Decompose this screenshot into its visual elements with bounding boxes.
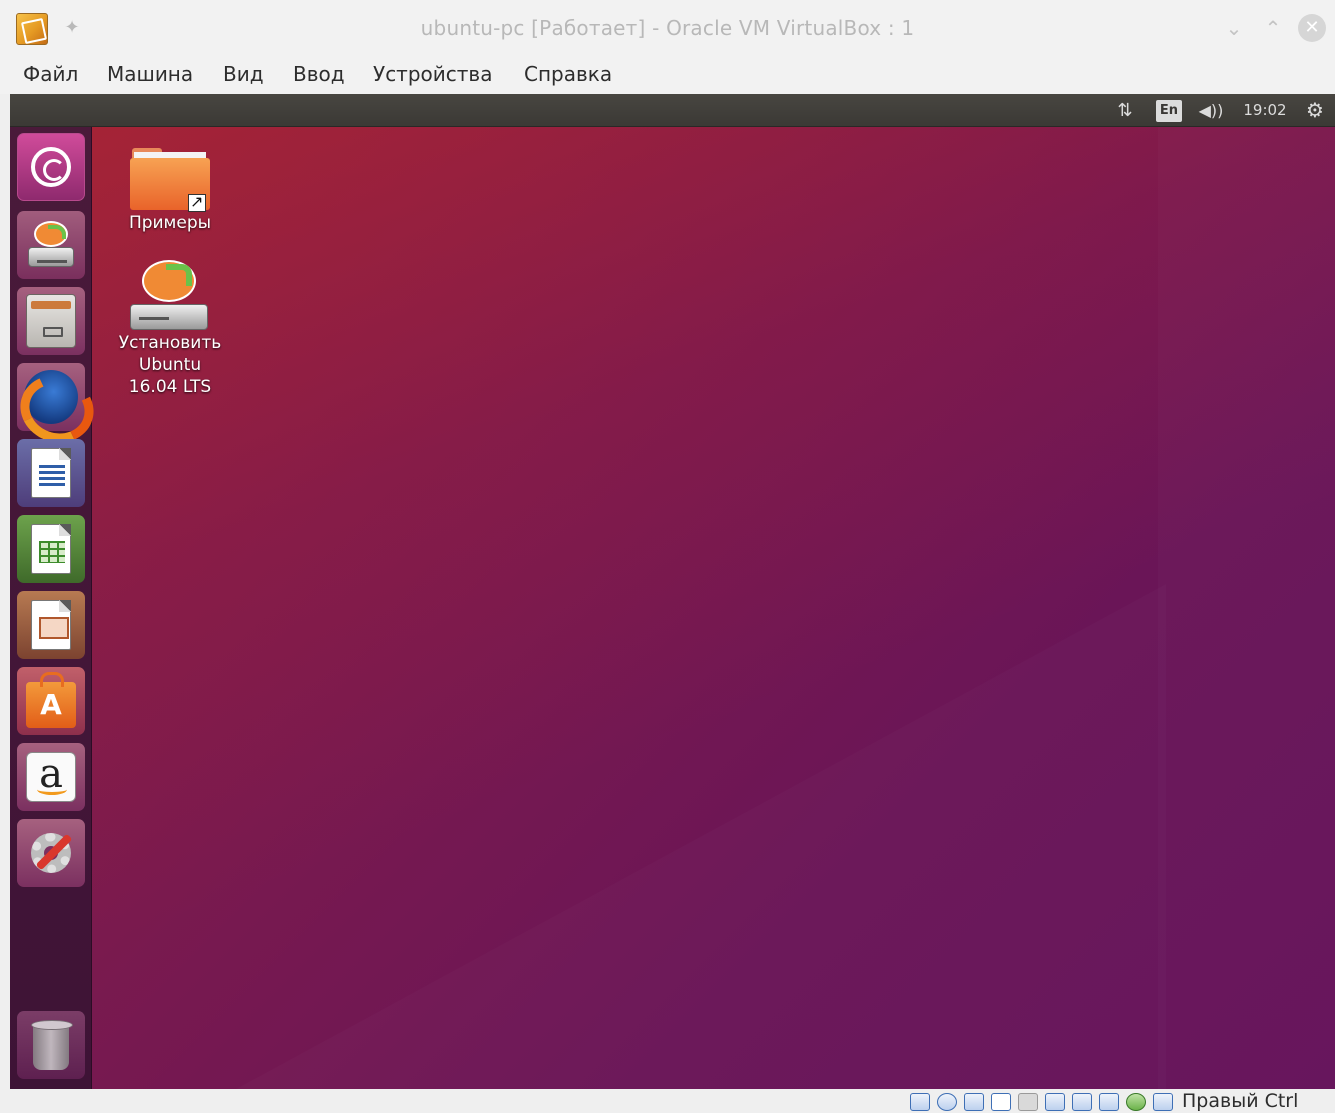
libreoffice-impress-icon [31,600,71,650]
hard-disk-icon[interactable] [910,1093,930,1111]
software-center-icon: A [26,672,76,729]
menu-bar: Файл Машина Вид Ввод Устройства Справка [0,56,1335,94]
folder-link-icon [130,144,210,212]
launcher-install-ubuntu-button[interactable] [17,211,85,279]
shared-folders-icon[interactable] [991,1093,1011,1111]
wallpaper-shape [1158,124,1335,1089]
launcher-amazon-button[interactable]: a [17,743,85,811]
launcher-files-button[interactable] [17,287,85,355]
install-ubuntu-icon [128,256,212,332]
close-icon[interactable]: ✕ [1298,14,1326,42]
optical-drive-icon[interactable] [937,1093,957,1111]
launcher: A a [10,127,92,1089]
network-icon[interactable]: ⇅ [1112,94,1138,127]
menu-machine[interactable]: Машина [105,62,195,86]
maximize-icon[interactable]: ⌃ [1260,15,1286,41]
menu-help[interactable]: Справка [522,62,614,86]
display-icon[interactable] [1018,1093,1038,1111]
launcher-impress-button[interactable] [17,591,85,659]
desktop-icon-label: Установить Ubuntu 16.04 LTS [118,333,222,397]
desktop-icon-label: Примеры [128,213,212,233]
trash-icon [31,1018,73,1072]
menu-input[interactable]: Ввод [291,62,347,86]
install-ubuntu-icon [24,221,78,269]
mouse-integration-icon[interactable] [1153,1093,1173,1111]
amazon-icon: a [26,752,76,802]
video-capture-icon[interactable] [1072,1093,1092,1111]
keyboard-layout-indicator[interactable]: En [1156,100,1182,122]
wallpaper-shape [236,584,1166,1089]
host-key-label[interactable]: Правый Ctrl [1182,1090,1298,1112]
window-title: ubuntu-pc [Работает] - Oracle VM Virtual… [420,16,915,40]
clock[interactable]: 19:02 [1238,94,1292,127]
firefox-icon [24,370,78,424]
launcher-software-center-button[interactable]: A [17,667,85,735]
cpu-activity-icon[interactable] [1126,1093,1146,1111]
launcher-writer-button[interactable] [17,439,85,507]
usb-icon[interactable] [964,1093,984,1111]
menu-devices[interactable]: Устройства [371,62,494,86]
desktop-install-ubuntu[interactable]: Установить Ubuntu 16.04 LTS [105,256,235,398]
ubuntu-dash-icon [31,147,71,187]
file-manager-icon [26,294,76,348]
network-adapter-icon[interactable] [1045,1093,1065,1111]
remote-display-icon[interactable] [1099,1093,1119,1111]
volume-icon[interactable]: ◀)) [1196,94,1226,127]
minimize-icon[interactable]: ⌄ [1221,15,1247,41]
settings-gear-icon[interactable]: ⚙ [1302,94,1328,127]
launcher-calc-button[interactable] [17,515,85,583]
system-settings-icon [26,828,76,878]
launcher-trash-button[interactable] [17,1011,85,1079]
menu-file[interactable]: Файл [21,62,80,86]
libreoffice-calc-icon [31,524,71,574]
guest-screen[interactable]: ⇅ En ◀)) 19:02 ⚙ A a ↗ Примеры Установит… [10,94,1335,1089]
menu-view[interactable]: Вид [221,62,266,86]
launcher-firefox-button[interactable] [17,363,85,431]
launcher-settings-button[interactable] [17,819,85,887]
desktop-examples-folder[interactable]: Примеры [105,144,235,234]
window-titlebar: ✦ ubuntu-pc [Работает] - Oracle VM Virtu… [0,0,1335,56]
ubuntu-top-panel: ⇅ En ◀)) 19:02 ⚙ [10,94,1335,127]
vm-status-bar: Правый Ctrl [0,1089,1335,1113]
libreoffice-writer-icon [31,448,71,498]
launcher-dash-button[interactable] [17,133,85,201]
